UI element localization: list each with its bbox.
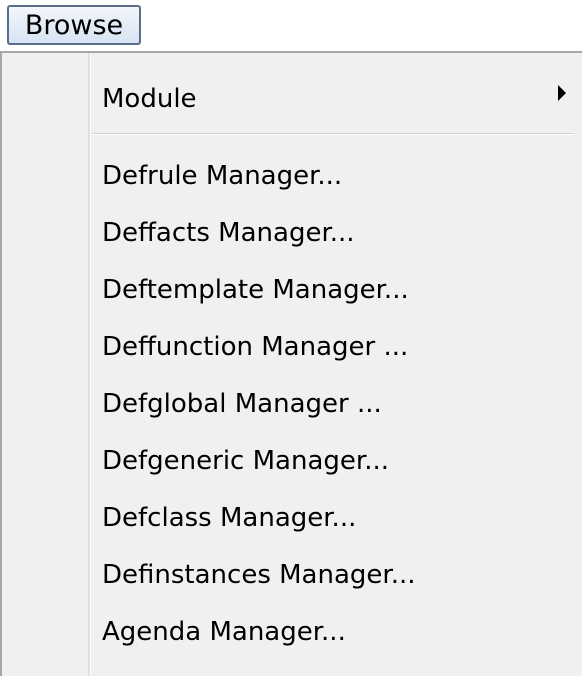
menu-item-label: Definstances Manager... — [102, 560, 416, 590]
menu-item-defgeneric-manager[interactable]: Defgeneric Manager... — [102, 437, 389, 485]
menu-item-defglobal-manager[interactable]: Defglobal Manager ... — [102, 380, 382, 428]
menu-item-module[interactable]: Module — [102, 75, 562, 123]
menu-item-label: Defrule Manager... — [102, 161, 343, 191]
menu-item-label: Agenda Manager... — [102, 617, 346, 647]
menu-icon-gutter — [88, 53, 91, 676]
menu-item-label: Defglobal Manager ... — [102, 389, 382, 419]
menu-item-deftemplate-manager[interactable]: Deftemplate Manager... — [102, 266, 409, 314]
menu-item-label: Deffacts Manager... — [102, 218, 355, 248]
menu-separator — [92, 133, 574, 135]
menu-item-defrule-manager[interactable]: Defrule Manager... — [102, 152, 342, 200]
browse-menu-label: Browse — [24, 9, 124, 41]
browse-menu-button[interactable]: Browse — [7, 5, 141, 45]
menu-item-definstances-manager[interactable]: Definstances Manager... — [102, 551, 416, 599]
menu-item-label: Module — [102, 84, 197, 114]
menu-item-deffunction-manager[interactable]: Deffunction Manager ... — [102, 323, 408, 371]
browse-dropdown-menu: Module Defrule Manager... Deffacts Manag… — [0, 51, 582, 676]
menu-item-deffacts-manager[interactable]: Deffacts Manager... — [102, 209, 355, 257]
menu-item-label: Deffunction Manager ... — [102, 332, 409, 362]
menu-item-defclass-manager[interactable]: Defclass Manager... — [102, 494, 356, 542]
menu-item-label: Deftemplate Manager... — [102, 275, 409, 305]
menu-item-agenda-manager[interactable]: Agenda Manager... — [102, 608, 346, 656]
menu-item-label: Defgeneric Manager... — [102, 446, 389, 476]
menu-item-label: Defclass Manager... — [102, 503, 357, 533]
submenu-arrow-icon — [558, 85, 566, 101]
